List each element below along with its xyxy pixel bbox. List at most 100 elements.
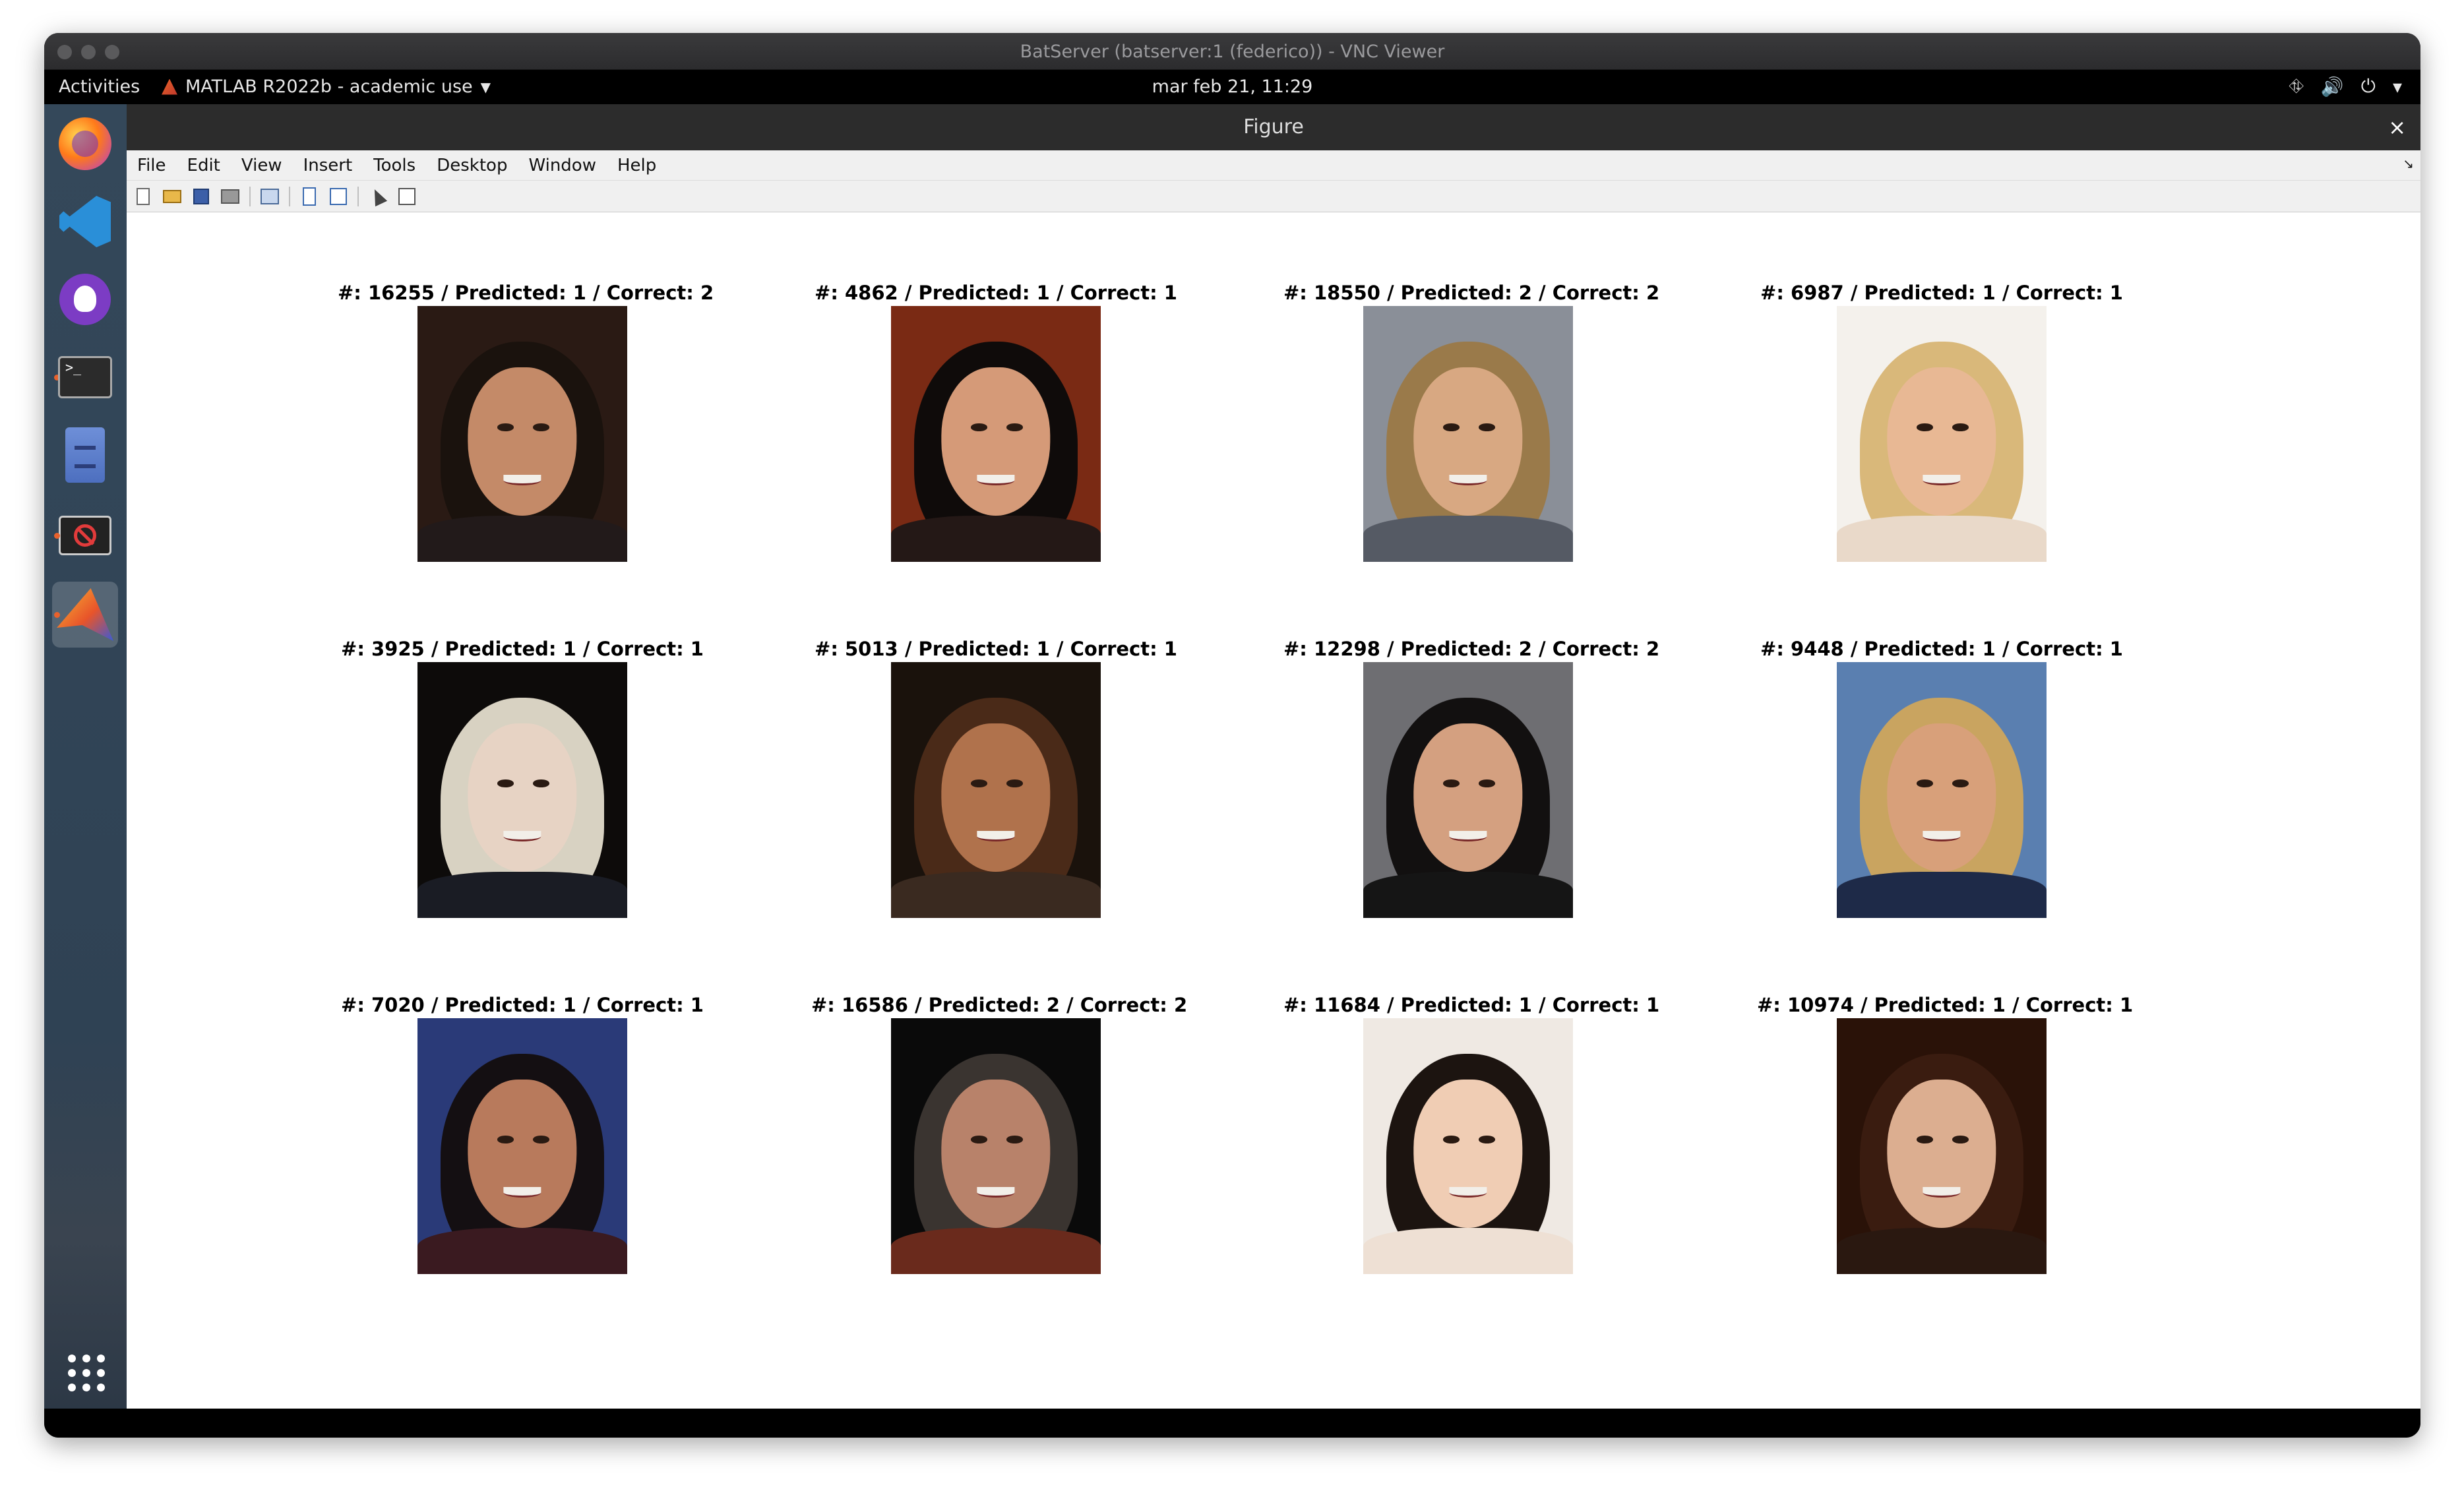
- network-icon[interactable]: ⛗: [2289, 75, 2304, 98]
- menu-tools[interactable]: Tools: [373, 156, 416, 175]
- dock-item-terminal[interactable]: [52, 344, 118, 410]
- subplot-title: #: 5013 / Predicted: 1 / Correct: 1: [815, 638, 1177, 660]
- face-image: [417, 662, 627, 918]
- show-plot-tools-icon: [330, 187, 347, 205]
- face-image: [417, 1018, 627, 1274]
- dock-figure-icon[interactable]: ↘: [2403, 156, 2414, 171]
- github-icon: [59, 274, 111, 325]
- subplot-tile[interactable]: #: 16586 / Predicted: 2 / Correct: 2: [811, 992, 1188, 1274]
- face-image: [417, 306, 627, 562]
- subplot-title: #: 10974 / Predicted: 1 / Correct: 1: [1757, 994, 2134, 1016]
- figure-titlebar[interactable]: Figure ×: [127, 104, 2420, 150]
- vnc-bottom-border: [44, 1409, 2420, 1438]
- show-plot-tools-button[interactable]: [328, 187, 348, 206]
- dock-item-files[interactable]: [52, 422, 118, 488]
- vnc-window-title: BatServer (batserver:1 (federico)) - VNC…: [1020, 42, 1445, 62]
- clock[interactable]: mar feb 21, 11:29: [44, 76, 2420, 97]
- property-inspector-icon: [398, 187, 416, 205]
- new-figure-icon: [137, 187, 150, 205]
- subplot-title: #: 9448 / Predicted: 1 / Correct: 1: [1760, 638, 2123, 660]
- toolbar-separator: [289, 186, 290, 206]
- face-image: [891, 662, 1101, 918]
- pointer-icon: [368, 186, 388, 206]
- subplot-tile[interactable]: #: 10974 / Predicted: 1 / Correct: 1: [1757, 992, 2134, 1274]
- terminal-icon: [58, 356, 112, 398]
- print-icon: [221, 189, 239, 204]
- open-file-icon: [163, 189, 181, 203]
- figure-toolbar: [127, 181, 2420, 212]
- menu-edit[interactable]: Edit: [187, 156, 220, 175]
- menu-help[interactable]: Help: [617, 156, 656, 175]
- menu-insert[interactable]: Insert: [303, 156, 353, 175]
- dock: [44, 104, 127, 1438]
- dock-item-github-desktop[interactable]: [52, 266, 118, 332]
- file-cabinet-icon: [65, 427, 105, 483]
- vnc-viewer-window: BatServer (batserver:1 (federico)) - VNC…: [44, 33, 2420, 1438]
- property-inspector-button[interactable]: [397, 187, 417, 206]
- subplot-title: #: 4862 / Predicted: 1 / Correct: 1: [815, 282, 1177, 304]
- app-grid-icon[interactable]: [68, 1355, 105, 1391]
- hide-toolbar-button[interactable]: [299, 187, 319, 206]
- face-image: [891, 1018, 1101, 1274]
- face-image: [1363, 662, 1573, 918]
- save-button[interactable]: [191, 187, 211, 206]
- dock-item-firefox[interactable]: [52, 111, 118, 177]
- link-plot-button[interactable]: [260, 187, 280, 206]
- subplot-title: #: 12298 / Predicted: 2 / Correct: 2: [1283, 638, 1660, 660]
- face-image: [1837, 1018, 2047, 1274]
- toolbar-separator: [249, 186, 251, 206]
- face-image: [891, 306, 1101, 562]
- running-indicator: [54, 533, 60, 539]
- subplot-title: #: 18550 / Predicted: 2 / Correct: 2: [1283, 282, 1660, 304]
- firefox-icon: [59, 117, 111, 170]
- subplot-title: #: 6987 / Predicted: 1 / Correct: 1: [1760, 282, 2123, 304]
- menu-desktop[interactable]: Desktop: [437, 156, 507, 175]
- subplot-tile[interactable]: #: 7020 / Predicted: 1 / Correct: 1: [338, 992, 707, 1274]
- menu-window[interactable]: Window: [528, 156, 596, 175]
- subplot-title: #: 7020 / Predicted: 1 / Correct: 1: [341, 994, 704, 1016]
- figure-canvas[interactable]: #: 16255 / Predicted: 1 / Correct: 2 #: 4…: [127, 212, 2420, 1409]
- face-image: [1837, 306, 2047, 562]
- system-tray[interactable]: ⛗ 🔊 ⏻ ▾: [2289, 75, 2403, 98]
- link-plot-icon: [261, 188, 279, 204]
- gnome-top-bar: Activities MATLAB R2022b - academic use …: [44, 70, 2420, 104]
- subplot-tile[interactable]: #: 16255 / Predicted: 1 / Correct: 2: [338, 280, 714, 562]
- toolbar-separator: [357, 186, 359, 206]
- face-image: [1837, 662, 2047, 918]
- blocked-screen-icon: [59, 516, 111, 555]
- subplot-title: #: 16586 / Predicted: 2 / Correct: 2: [811, 994, 1188, 1016]
- face-image: [1363, 1018, 1573, 1274]
- save-icon: [193, 188, 209, 204]
- subplot-tile[interactable]: #: 4862 / Predicted: 1 / Correct: 1: [811, 280, 1181, 562]
- volume-icon[interactable]: 🔊: [2321, 76, 2344, 98]
- subplot-title: #: 3925 / Predicted: 1 / Correct: 1: [341, 638, 704, 660]
- subplot-tile[interactable]: #: 9448 / Predicted: 1 / Correct: 1: [1757, 636, 2126, 918]
- subplot-tile[interactable]: #: 18550 / Predicted: 2 / Correct: 2: [1283, 280, 1660, 562]
- hide-toolbar-icon: [303, 187, 316, 206]
- subplot-tile[interactable]: #: 11684 / Predicted: 1 / Correct: 1: [1283, 992, 1660, 1274]
- subplot-title: #: 11684 / Predicted: 1 / Correct: 1: [1283, 994, 1660, 1016]
- matlab-figure-window: Figure × File Edit View Insert Tools Des…: [127, 104, 2420, 1409]
- power-icon[interactable]: ⏻: [2361, 75, 2376, 98]
- subplot-tile[interactable]: #: 3925 / Predicted: 1 / Correct: 1: [338, 636, 707, 918]
- close-icon[interactable]: ×: [2388, 104, 2406, 150]
- dock-item-matlab[interactable]: [52, 582, 118, 648]
- subplot-title: #: 16255 / Predicted: 1 / Correct: 2: [338, 282, 714, 304]
- subplot-tile[interactable]: #: 12298 / Predicted: 2 / Correct: 2: [1283, 636, 1660, 918]
- pointer-button[interactable]: [368, 186, 388, 206]
- menu-view[interactable]: View: [241, 156, 282, 175]
- menu-file[interactable]: File: [137, 156, 166, 175]
- dock-item-blocked-app[interactable]: [52, 503, 118, 568]
- subplot-tile[interactable]: #: 6987 / Predicted: 1 / Correct: 1: [1757, 280, 2126, 562]
- subplot-tile[interactable]: #: 5013 / Predicted: 1 / Correct: 1: [811, 636, 1181, 918]
- chevron-down-icon[interactable]: ▾: [2393, 76, 2402, 98]
- running-indicator: [54, 612, 60, 618]
- vscode-icon: [59, 196, 111, 247]
- dock-item-vscode[interactable]: [52, 189, 118, 255]
- vnc-titlebar[interactable]: BatServer (batserver:1 (federico)) - VNC…: [44, 33, 2420, 70]
- open-file-button[interactable]: [162, 187, 182, 206]
- figure-menubar: File Edit View Insert Tools Desktop Wind…: [127, 150, 2420, 181]
- print-button[interactable]: [220, 187, 240, 206]
- new-figure-button[interactable]: [133, 187, 153, 206]
- figure-title: Figure: [1243, 115, 1304, 138]
